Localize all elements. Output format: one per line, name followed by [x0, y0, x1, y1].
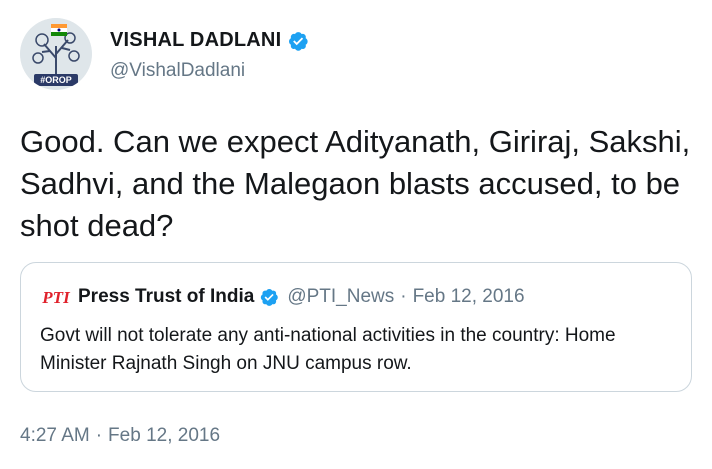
pti-logo-icon: PTI — [40, 287, 72, 307]
tweet-text: Good. Can we expect Adityanath, Giriraj,… — [20, 124, 691, 243]
author-handle[interactable]: @VishalDadlani — [110, 60, 245, 82]
tweet-date[interactable]: Feb 12, 2016 — [108, 425, 220, 446]
quoted-tweet-text: Govt will not tolerate any anti-national… — [40, 325, 616, 374]
tweet-timestamp[interactable]: 4:27 AM · Feb 12, 2016 — [20, 425, 220, 447]
quoted-verified-badge-icon — [261, 288, 279, 306]
quoted-separator: · — [400, 286, 407, 307]
pti-logo-text: PTI — [41, 288, 71, 307]
quoted-author-handle[interactable]: @PTI_News — [287, 286, 394, 308]
quoted-tweet-date[interactable]: Feb 12, 2016 — [413, 286, 525, 308]
verified-badge-icon — [289, 31, 308, 51]
avatar-badge-text: #OROP — [40, 75, 72, 85]
author-display-name[interactable]: VISHAL DADLANI — [110, 29, 281, 52]
quoted-author-name[interactable]: Press Trust of India — [78, 286, 254, 308]
quoted-tweet-header: PTI Press Trust of India @PTI_News · Feb… — [40, 286, 525, 308]
avatar-illustration-icon: #OROP — [20, 18, 92, 90]
quoted-tweet-card[interactable]: PTI Press Trust of India @PTI_News · Feb… — [20, 262, 692, 392]
tweet-time[interactable]: 4:27 AM — [20, 425, 90, 446]
tweet-card: #OROP VISHAL DADLANI @VishalDadlani Good… — [0, 0, 712, 469]
footer-separator: · — [95, 425, 103, 446]
avatar[interactable]: #OROP — [20, 18, 92, 90]
author-name-row[interactable]: VISHAL DADLANI — [110, 29, 309, 52]
